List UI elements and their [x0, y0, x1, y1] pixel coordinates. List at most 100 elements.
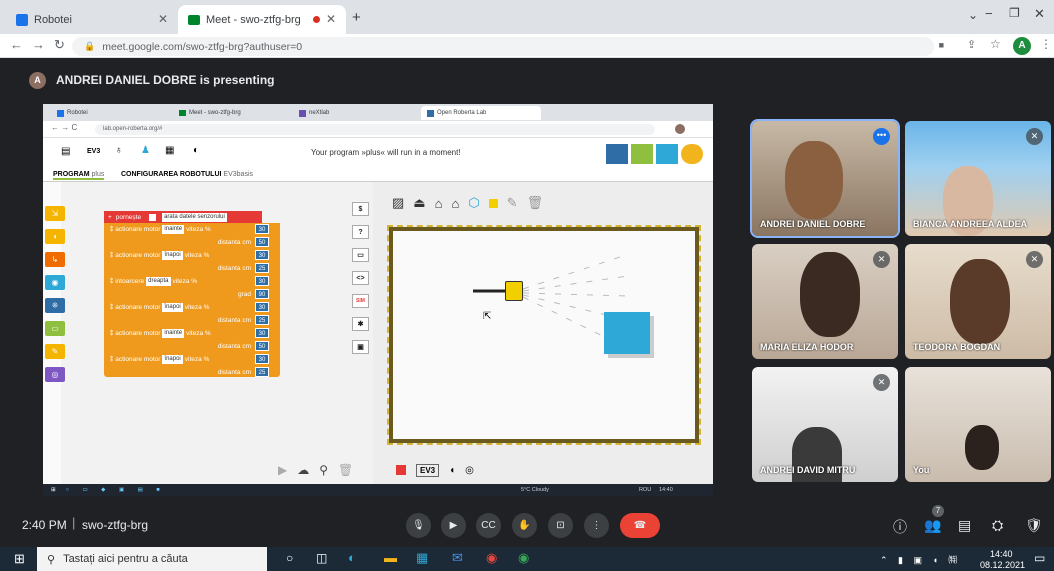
- windows-start-icon[interactable]: ⊞: [14, 551, 25, 567]
- chat-icon[interactable]: ▤: [958, 517, 971, 534]
- captions-button[interactable]: CC: [476, 513, 501, 538]
- edge-icon[interactable]: ◐: [348, 550, 356, 565]
- block-palette: ⇲ ◖ ↳ ◉ ⁜ ▭ ✎ ◎: [43, 182, 65, 484]
- inner-tab-meet: Meet - swo-ztfg-brg: [173, 106, 289, 120]
- profile-avatar[interactable]: A: [1013, 37, 1031, 55]
- mic-off-icon: ✕: [1026, 128, 1043, 145]
- cursor-icon: ⇱: [483, 311, 492, 322]
- camera-button[interactable]: ▶: [441, 513, 466, 538]
- palette-comm-icon: ◎: [45, 367, 65, 382]
- meeting-time: 2:40 PM: [22, 518, 67, 532]
- block-speed-value: 30: [255, 250, 269, 260]
- block-distance-value: 25: [255, 263, 269, 273]
- block-row-secondary: distanta cm: [217, 316, 251, 324]
- new-tab-button[interactable]: +: [352, 9, 361, 26]
- camera-icon[interactable]: ■: [939, 40, 944, 50]
- restore-icon[interactable]: −: [985, 6, 993, 21]
- tile-you[interactable]: You: [905, 367, 1051, 482]
- presenter-avatar: A: [29, 71, 46, 89]
- palette-control-icon: ⁜: [45, 298, 65, 313]
- palette-sensor-icon: ◉: [45, 275, 65, 290]
- participant-name: BIANCA ANDREEA ALDEA: [913, 219, 1028, 229]
- activities-icon[interactable]: ⛭: [992, 517, 1003, 534]
- inner-tabbar: Robotei Meet - swo-ztfg-brg neXtlab Open…: [43, 104, 713, 121]
- info-icon[interactable]: ⓘ: [893, 517, 907, 537]
- tray-icons: ⌃ ▮ ▣ ◖ ㈵: [880, 555, 962, 565]
- star-icon[interactable]: ☆: [990, 37, 1001, 51]
- tile-teodora[interactable]: ✕ TEODORA BOGDAN: [905, 244, 1051, 359]
- reload-icon[interactable]: ↻: [54, 37, 65, 53]
- task-view-icon[interactable]: ○: [286, 551, 293, 565]
- minimize-icon[interactable]: ⌄: [968, 8, 978, 22]
- inner-url-field: lab.open-roberta.org/#: [95, 124, 655, 135]
- search-icon: ⚲: [47, 553, 56, 566]
- store-icon[interactable]: ▦: [416, 550, 428, 566]
- close-window-icon[interactable]: ✕: [1034, 6, 1045, 22]
- block-row: ⁑ actionare motor înapoi viteza %: [110, 250, 210, 260]
- palette-variable-icon: ▭: [45, 321, 65, 336]
- tile-andrei-daniel[interactable]: ••• ANDREI DANIEL DOBRE: [750, 119, 900, 238]
- side-button: SIM: [352, 294, 369, 308]
- present-button[interactable]: ⊡: [548, 513, 573, 538]
- simulation-field: ⇱: [387, 225, 701, 445]
- more-options-icon[interactable]: •••: [873, 128, 890, 145]
- widgets-icon[interactable]: ◫: [316, 551, 327, 565]
- participant-video: [785, 141, 843, 219]
- robot-reset-icon: ⌂: [434, 195, 443, 211]
- inner-taskbar: ⊞ ○ ▭ ◆ ▣ ▤ ■ 5°C Cloudy ROU 14:40: [43, 484, 713, 496]
- end-call-button[interactable]: ☎: [620, 513, 660, 538]
- mail-icon[interactable]: ✉: [452, 550, 463, 566]
- forward-icon[interactable]: →: [32, 37, 45, 52]
- block-row-secondary: grad: [237, 290, 251, 298]
- chrome-menu-icon[interactable]: ⋮: [1040, 37, 1052, 51]
- ev3-button: EV3: [416, 463, 440, 477]
- block-row-secondary: distanta cm: [217, 368, 251, 376]
- block-row: ⁑ actionare motor înapoi viteza %: [110, 354, 210, 364]
- notification-icon[interactable]: ▭: [1034, 551, 1045, 565]
- block-distance-value: 25: [255, 315, 269, 325]
- url-field[interactable]: 🔒 meet.google.com/swo-ztfg-brg?authuser=…: [72, 37, 944, 56]
- sim-bottom-bar: EV3 ◖ ◎: [396, 460, 474, 480]
- meeting-divider: |: [72, 515, 76, 530]
- block-row: ⁑ intoarcere dreapta viteza %: [110, 276, 198, 286]
- clock-time: 14:40: [990, 549, 1013, 559]
- maximize-icon[interactable]: ❐: [1009, 6, 1020, 20]
- participant-video: [965, 425, 999, 470]
- raise-hand-button[interactable]: ✋: [512, 513, 537, 538]
- participant-name: ANDREI DAVID MITRU: [760, 465, 856, 475]
- explorer-icon[interactable]: ▬: [384, 550, 397, 565]
- palette-pen-icon: ✎: [45, 344, 65, 359]
- nepo-logo-n: [606, 144, 628, 164]
- more-options-button[interactable]: ⋮: [584, 513, 609, 538]
- block-direction: înapoi: [162, 354, 183, 364]
- block-row-secondary: distanta cm: [217, 264, 251, 272]
- windows-search[interactable]: ⚲ Tastați aici pentru a căuta: [37, 547, 267, 571]
- block-speed-value: 30: [255, 328, 269, 338]
- palette-action-icon: ⇲: [45, 206, 65, 221]
- side-button: ?: [352, 225, 369, 239]
- close-tab-icon[interactable]: ✕: [326, 12, 336, 26]
- close-tab-icon[interactable]: ✕: [158, 12, 168, 26]
- host-controls-icon[interactable]: 🛡: [1025, 517, 1043, 534]
- share-icon[interactable]: ⇪: [967, 38, 976, 51]
- tab-label: Robotei: [34, 13, 72, 26]
- back-icon[interactable]: ←: [10, 37, 23, 52]
- tile-andrei-david[interactable]: ✕ ANDREI DAVID MITRU: [752, 367, 898, 482]
- robotei-tab-icon: [16, 13, 28, 26]
- play-icon: ▶: [278, 463, 288, 477]
- tab-robotei[interactable]: Robotei ✕: [6, 5, 178, 34]
- inner-url-text: lab.open-roberta.org/#: [103, 126, 163, 132]
- tile-bianca[interactable]: ✕ BIANCA ANDREEA ALDEA: [905, 121, 1051, 236]
- search-placeholder: Tastați aici pentru a căuta: [63, 553, 188, 565]
- inner-start-icon: ⊞: [51, 487, 56, 493]
- stop-button: [396, 465, 406, 475]
- people-icon[interactable]: 👥: [924, 517, 941, 534]
- chrome-icon[interactable]: ◉: [518, 550, 529, 566]
- tile-maria[interactable]: ✕ MARIA ELIZA HODOR: [752, 244, 898, 359]
- bulb-icon: ♁: [115, 145, 123, 156]
- tab-meet[interactable]: Meet - swo-ztfg-brg ✕: [178, 5, 346, 34]
- block-speed-value: 30: [255, 224, 269, 234]
- chrome-alt-icon[interactable]: ◉: [486, 550, 497, 566]
- mic-button[interactable]: 🎙: [406, 513, 431, 538]
- meet-tab-icon: [188, 14, 200, 25]
